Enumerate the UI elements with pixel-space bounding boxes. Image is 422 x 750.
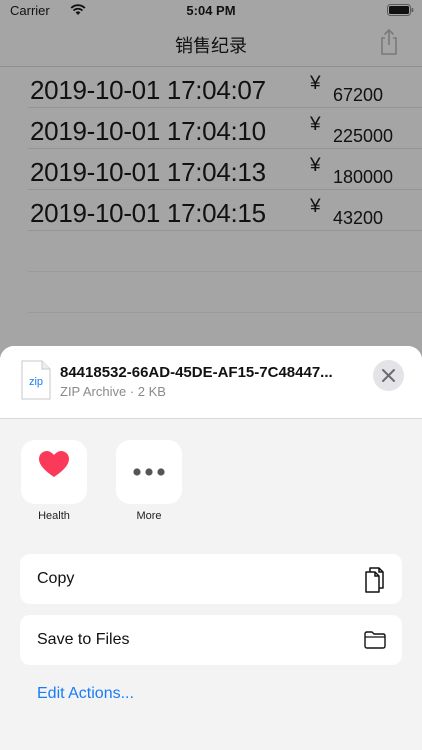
sales-row[interactable]: 2019-10-01 17:04:07 ¥ 67200 xyxy=(28,67,422,108)
heart-icon xyxy=(39,451,69,477)
screen: Carrier 5:04 PM 销售纪录 2019-10-01 17:04:07… xyxy=(0,0,422,750)
currency-symbol: ¥ xyxy=(310,155,321,176)
sales-row[interactable]: 2019-10-01 17:04:13 ¥ 180000 xyxy=(28,149,422,190)
copy-action-label: Copy xyxy=(37,570,75,587)
sale-amount: 67200 xyxy=(333,85,384,105)
navigation-bar: 销售纪录 xyxy=(0,22,422,67)
zip-file-icon: zip xyxy=(21,360,51,405)
empty-row xyxy=(28,272,422,313)
health-app-button[interactable] xyxy=(21,440,87,504)
carrier-label: Carrier xyxy=(10,3,50,18)
sale-amount: 43200 xyxy=(333,208,384,228)
sale-datetime: 2019-10-01 17:04:13 xyxy=(30,157,266,187)
currency-symbol: ¥ xyxy=(310,114,321,135)
save-to-files-action[interactable]: Save to Files xyxy=(20,615,402,665)
sale-datetime: 2019-10-01 17:04:10 xyxy=(30,116,266,146)
battery-icon xyxy=(387,4,414,19)
share-sheet: zip 84418532-66AD-45DE-AF15-7C48447... Z… xyxy=(0,346,422,750)
more-dots-icon xyxy=(133,468,165,476)
currency-symbol: ¥ xyxy=(310,73,321,94)
file-name: 84418532-66AD-45DE-AF15-7C48447... xyxy=(60,364,333,381)
copy-action[interactable]: Copy xyxy=(20,554,402,604)
more-apps-button[interactable] xyxy=(116,440,182,504)
folder-icon xyxy=(364,631,386,654)
file-meta: ZIP Archive · 2 KB xyxy=(60,384,166,399)
file-header: zip 84418532-66AD-45DE-AF15-7C48447... Z… xyxy=(0,346,422,419)
status-time: 5:04 PM xyxy=(186,3,236,18)
close-button[interactable] xyxy=(373,360,404,391)
edit-actions-link[interactable]: Edit Actions... xyxy=(37,685,134,703)
sales-row[interactable]: 2019-10-01 17:04:10 ¥ 225000 xyxy=(28,108,422,149)
currency-symbol: ¥ xyxy=(310,196,321,217)
sale-datetime: 2019-10-01 17:04:07 xyxy=(30,75,266,105)
sale-amount: 225000 xyxy=(333,126,394,146)
sale-amount: 180000 xyxy=(333,167,394,187)
close-icon xyxy=(382,369,395,382)
share-icon[interactable] xyxy=(378,28,400,61)
empty-row xyxy=(28,231,422,272)
sales-row[interactable]: 2019-10-01 17:04:15 ¥ 43200 xyxy=(28,190,422,231)
more-apps-label: More xyxy=(136,510,162,522)
wifi-icon xyxy=(70,4,86,19)
sales-list: 2019-10-01 17:04:07 ¥ 67200 2019-10-01 1… xyxy=(0,67,422,313)
copy-documents-icon xyxy=(362,566,386,599)
zip-file-icon-label: zip xyxy=(29,376,43,388)
sale-datetime: 2019-10-01 17:04:15 xyxy=(30,198,266,228)
status-bar: Carrier 5:04 PM xyxy=(0,0,422,22)
health-app-label: Health xyxy=(38,510,70,522)
save-to-files-label: Save to Files xyxy=(37,631,130,648)
page-title: 销售纪录 xyxy=(175,36,247,56)
